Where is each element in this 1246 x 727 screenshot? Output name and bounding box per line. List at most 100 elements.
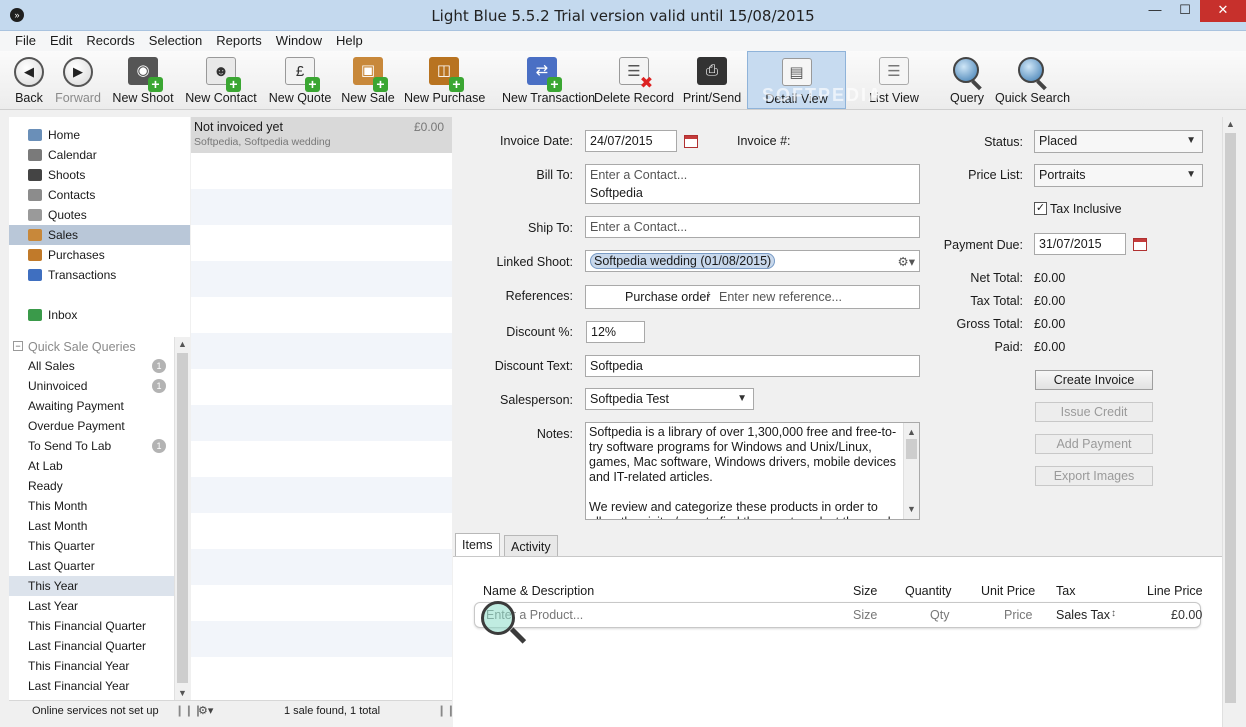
sidebar-item-transactions[interactable]: Transactions bbox=[9, 265, 190, 285]
price-input[interactable]: Price bbox=[1004, 608, 1032, 622]
notes-scrollbar[interactable]: ▲ ▼ bbox=[903, 423, 919, 519]
scroll-up-icon[interactable]: ▲ bbox=[1223, 119, 1238, 129]
invoice-date-field[interactable]: 24/07/2015 bbox=[585, 130, 677, 152]
gear-icon[interactable]: ⚙▾ bbox=[198, 704, 213, 717]
sidebar-item-inbox[interactable]: Inbox bbox=[9, 305, 190, 325]
reference-type-select[interactable]: Purchase order bbox=[625, 290, 710, 304]
issue-credit-button[interactable]: Issue Credit bbox=[1035, 402, 1153, 422]
notes-field[interactable]: Softpedia is a library of over 1,300,000… bbox=[585, 422, 920, 520]
payment-due-label: Payment Due: bbox=[943, 238, 1023, 252]
new-purchase-button[interactable]: ◫ + New Purchase bbox=[404, 51, 485, 109]
linked-shoot-field[interactable]: Softpedia wedding (01/08/2015) ⚙▾ bbox=[585, 250, 920, 272]
query-item-at-lab[interactable]: At Lab bbox=[9, 456, 174, 476]
sidebar-item-calendar[interactable]: Calendar bbox=[9, 145, 190, 165]
forward-arrow-icon: ▶ bbox=[63, 57, 93, 87]
menu-window[interactable]: Window bbox=[269, 31, 329, 51]
print-send-button[interactable]: ⎙ Print/Send bbox=[683, 51, 741, 109]
query-item-last-year[interactable]: Last Year bbox=[9, 596, 174, 616]
create-invoice-button[interactable]: Create Invoice bbox=[1035, 370, 1153, 390]
list-item[interactable]: Not invoiced yet £0.00 Softpedia, Softpe… bbox=[191, 117, 452, 153]
sidebar-item-purchases[interactable]: Purchases bbox=[9, 245, 190, 265]
qty-input[interactable]: Qty bbox=[930, 608, 949, 622]
reference-input[interactable]: Enter new reference... bbox=[719, 290, 842, 304]
query-item-this-financial-year[interactable]: This Financial Year bbox=[9, 656, 174, 676]
item-entry-row[interactable]: Enter a Product... Size Qty Price Sales … bbox=[474, 602, 1202, 628]
gear-icon[interactable]: ⚙▾ bbox=[898, 254, 915, 269]
payment-due-field[interactable]: 31/07/2015 bbox=[1034, 233, 1126, 255]
tax-inclusive-checkbox[interactable]: ✓ bbox=[1034, 202, 1047, 215]
bill-to-field[interactable]: Enter a Contact... Softpedia bbox=[585, 164, 920, 204]
menu-edit[interactable]: Edit bbox=[43, 31, 79, 51]
sidebar-item-quotes[interactable]: Quotes bbox=[9, 205, 190, 225]
quick-search-button[interactable]: Quick Search bbox=[995, 51, 1070, 109]
new-transaction-button[interactable]: ⇄ + New Transaction bbox=[502, 51, 595, 109]
query-item-last-quarter[interactable]: Last Quarter bbox=[9, 556, 174, 576]
query-item-this-quarter[interactable]: This Quarter bbox=[9, 536, 174, 556]
detail-scrollbar[interactable]: ▲ bbox=[1222, 117, 1238, 727]
calendar-icon[interactable] bbox=[684, 135, 698, 148]
linked-shoot-label: Linked Shoot: bbox=[496, 255, 573, 269]
scroll-thumb[interactable] bbox=[1225, 133, 1236, 703]
size-input[interactable]: Size bbox=[853, 608, 877, 622]
sidebar-item-contacts[interactable]: Contacts bbox=[9, 185, 190, 205]
sidebar-item-home[interactable]: Home bbox=[9, 125, 190, 145]
invoice-date-label: Invoice Date: bbox=[500, 134, 573, 148]
quick-queries-header[interactable]: − Quick Sale Queries bbox=[9, 337, 190, 357]
collapse-icon[interactable]: − bbox=[13, 341, 23, 351]
maximize-button[interactable]: ☐ bbox=[1170, 0, 1200, 22]
query-item-uninvoiced[interactable]: Uninvoiced 1 bbox=[9, 376, 174, 396]
query-item-ready[interactable]: Ready bbox=[9, 476, 174, 496]
menu-records[interactable]: Records bbox=[79, 31, 141, 51]
query-item-to-send-to-lab[interactable]: To Send To Lab 1 bbox=[9, 436, 174, 456]
discount-text-field[interactable]: Softpedia bbox=[585, 355, 920, 377]
sidebar-item-sales[interactable]: Sales bbox=[9, 225, 190, 245]
ship-to-field[interactable]: Enter a Contact... bbox=[585, 216, 920, 238]
references-label: References: bbox=[505, 289, 573, 303]
minimize-button[interactable]: — bbox=[1140, 0, 1170, 22]
updown-arrows-icon[interactable]: ↕ bbox=[1111, 608, 1116, 619]
price-list-select[interactable]: Portraits ▼ bbox=[1034, 164, 1203, 187]
query-item-awaiting-payment[interactable]: Awaiting Payment bbox=[9, 396, 174, 416]
export-images-button[interactable]: Export Images bbox=[1035, 466, 1153, 486]
linked-shoot-token[interactable]: Softpedia wedding (01/08/2015) bbox=[590, 253, 776, 269]
updown-arrows-icon[interactable]: ↕ bbox=[706, 289, 711, 300]
tab-activity[interactable]: Activity bbox=[504, 535, 558, 558]
add-payment-button[interactable]: Add Payment bbox=[1035, 434, 1153, 454]
new-sale-button[interactable]: ▣ + New Sale bbox=[341, 51, 395, 109]
scroll-thumb[interactable] bbox=[906, 439, 917, 459]
close-button[interactable]: ✕ bbox=[1200, 0, 1246, 22]
query-item-last-financial-year[interactable]: Last Financial Year bbox=[9, 676, 174, 696]
sidebar-item-shoots[interactable]: Shoots bbox=[9, 165, 190, 185]
status-select[interactable]: Placed ▼ bbox=[1034, 130, 1203, 153]
references-field[interactable]: Purchase order ↕ Enter new reference... bbox=[585, 285, 920, 309]
tax-select[interactable]: Sales Tax bbox=[1056, 608, 1110, 622]
query-item-last-month[interactable]: Last Month bbox=[9, 516, 174, 536]
query-item-all-sales[interactable]: All Sales 1 bbox=[9, 356, 174, 376]
menu-file[interactable]: File bbox=[8, 31, 43, 51]
tab-items[interactable]: Items bbox=[455, 533, 500, 558]
scroll-down-icon[interactable]: ▼ bbox=[904, 502, 919, 517]
calendar-icon[interactable] bbox=[1133, 238, 1147, 251]
query-item-last-financial-quarter[interactable]: Last Financial Quarter bbox=[9, 636, 174, 656]
scroll-up-icon[interactable]: ▲ bbox=[904, 425, 919, 440]
scroll-up-icon[interactable]: ▲ bbox=[175, 339, 190, 349]
list-item-subtitle: Softpedia, Softpedia wedding bbox=[194, 136, 331, 148]
salesperson-select[interactable]: Softpedia Test ▼ bbox=[585, 388, 754, 410]
query-item-this-month[interactable]: This Month bbox=[9, 496, 174, 516]
new-shoot-button[interactable]: ◉ + New Shoot bbox=[112, 51, 174, 109]
menu-selection[interactable]: Selection bbox=[142, 31, 209, 51]
new-quote-button[interactable]: £ + New Quote bbox=[269, 51, 331, 109]
sidebar-scrollbar[interactable]: ▲ ▼ bbox=[174, 337, 190, 700]
menu-reports[interactable]: Reports bbox=[209, 31, 269, 51]
delete-record-button[interactable]: ☰ ✖ Delete Record bbox=[594, 51, 674, 109]
query-item-this-year[interactable]: This Year bbox=[9, 576, 174, 596]
query-item-overdue-payment[interactable]: Overdue Payment bbox=[9, 416, 174, 436]
scroll-thumb[interactable] bbox=[177, 353, 188, 683]
discount-pct-field[interactable]: 12% bbox=[586, 321, 645, 343]
new-contact-button[interactable]: ☻ + New Contact bbox=[185, 51, 257, 109]
menu-help[interactable]: Help bbox=[329, 31, 370, 51]
forward-button[interactable]: ▶ Forward bbox=[55, 51, 101, 109]
query-button[interactable]: Query bbox=[950, 51, 984, 109]
query-item-this-financial-quarter[interactable]: This Financial Quarter bbox=[9, 616, 174, 636]
scroll-down-icon[interactable]: ▼ bbox=[175, 688, 190, 698]
